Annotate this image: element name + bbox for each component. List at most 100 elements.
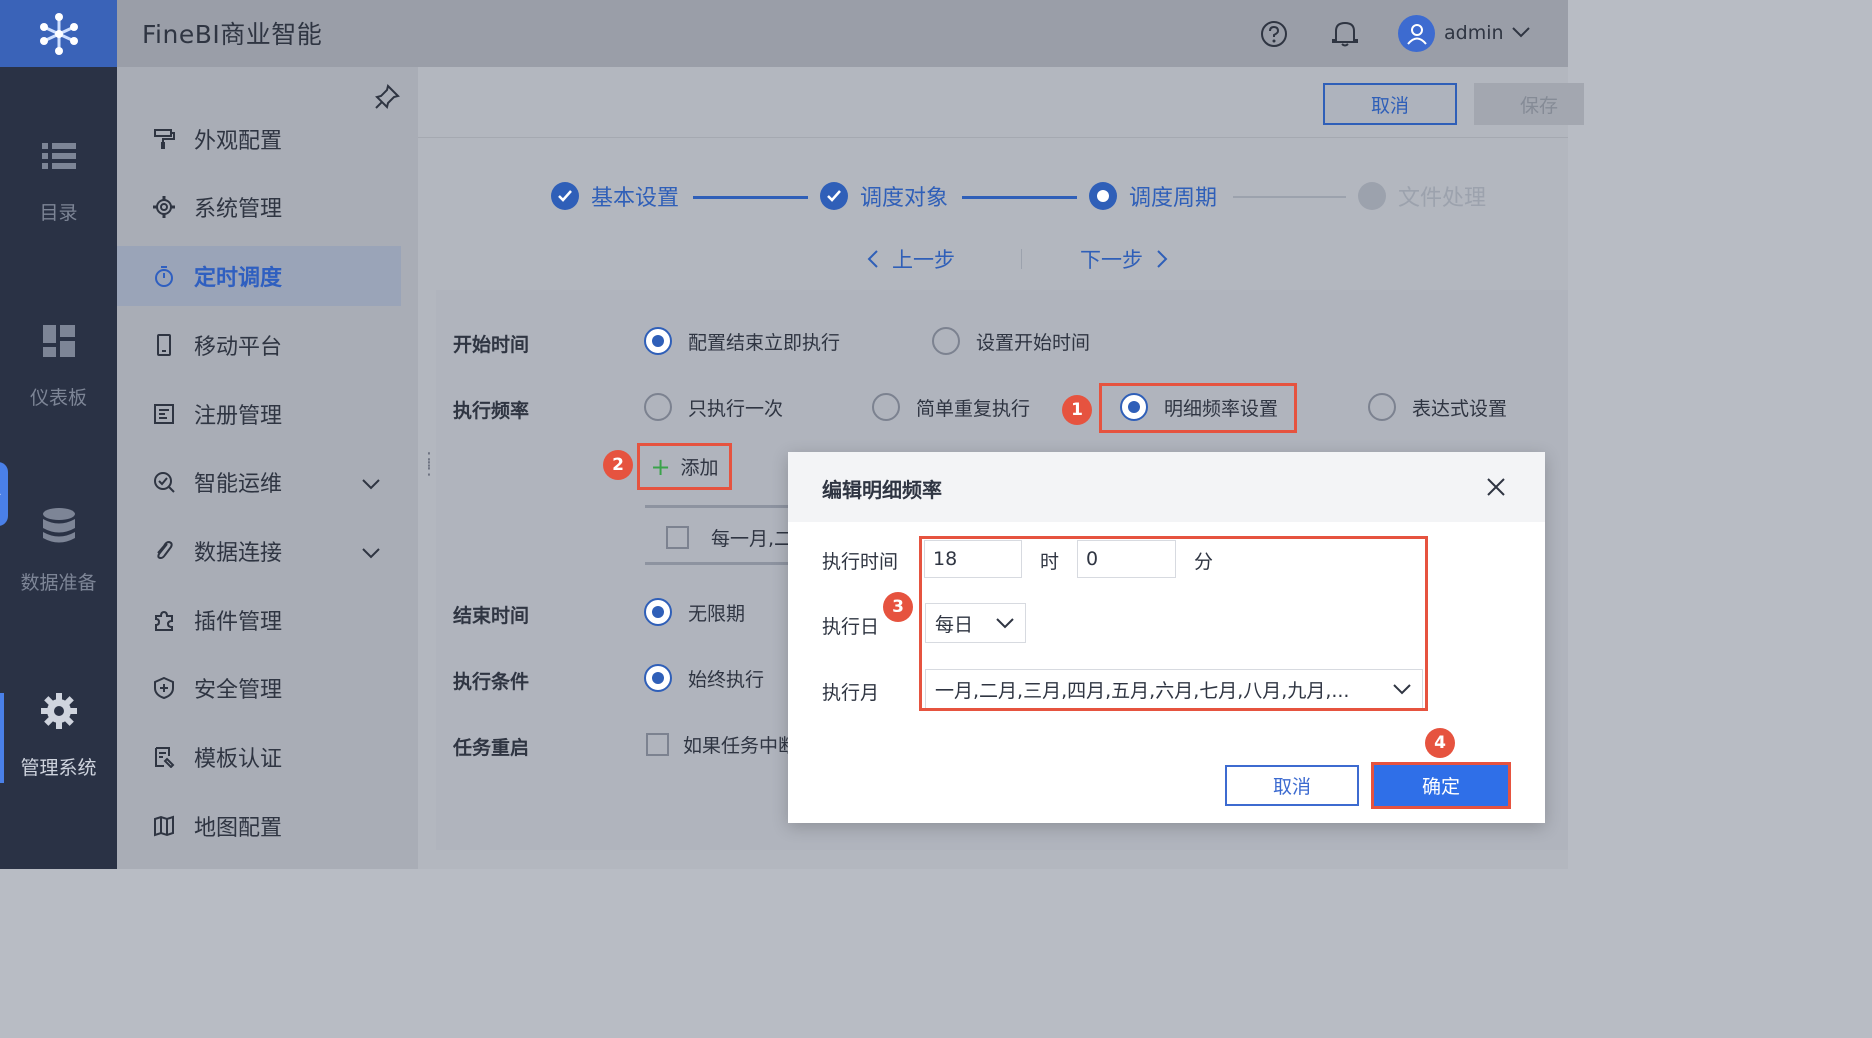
rail-item-admin[interactable]: 管理系统: [0, 670, 117, 800]
radio-label: 只执行一次: [688, 397, 784, 420]
prev-step-button[interactable]: 上一步: [866, 244, 955, 274]
menu-item-appearance[interactable]: 外观配置: [117, 109, 401, 169]
close-icon[interactable]: [1484, 475, 1508, 503]
mobile-icon: [152, 333, 176, 357]
menu-item-label: 地图配置: [194, 816, 283, 841]
radio-icon: [644, 393, 672, 421]
step-file-processing[interactable]: 文件处理: [1358, 180, 1486, 212]
radio-icon: [932, 327, 960, 355]
step-badge-4: 4: [1425, 728, 1455, 758]
restart-label: 任务重启: [453, 737, 530, 759]
menu-item-label: 模板认证: [194, 747, 283, 772]
radio-label: 设置开始时间: [976, 331, 1091, 354]
username[interactable]: admin: [1444, 22, 1504, 44]
menu-item-template-cert[interactable]: 模板认证: [117, 727, 401, 787]
radio-run-once[interactable]: 只执行一次: [644, 393, 783, 421]
drag-handle[interactable]: ⋮ ⋮: [420, 451, 438, 478]
condition-label: 执行条件: [453, 671, 530, 693]
radio-label: 无限期: [688, 602, 746, 625]
menu-item-mobile[interactable]: 移动平台: [117, 315, 401, 375]
rail-item-label: 目录: [39, 201, 78, 224]
step-schedule-target[interactable]: 调度对象: [820, 180, 948, 212]
rail-active-indicator: [0, 693, 4, 783]
menu-item-ops[interactable]: 智能运维: [117, 452, 401, 512]
help-icon[interactable]: [1260, 20, 1288, 52]
step-label: 文件处理: [1398, 186, 1487, 211]
database-icon: [39, 506, 79, 546]
step-connector: [962, 196, 1077, 199]
radio-always-run[interactable]: 始终执行: [644, 664, 764, 692]
chevron-down-icon: [361, 472, 381, 497]
logo-icon: [39, 12, 78, 55]
chevron-right-icon: ›: [0, 487, 1, 501]
checkbox-icon: [666, 526, 689, 549]
step-basic-settings[interactable]: 基本设置: [551, 180, 679, 212]
check-icon: [820, 182, 848, 210]
plus-icon: +: [650, 452, 671, 481]
rail-item-catalog[interactable]: 目录: [0, 115, 117, 245]
menu-item-system[interactable]: 系统管理: [117, 177, 401, 237]
radio-detailed-frequency[interactable]: 明细频率设置: [1120, 393, 1278, 421]
app-logo[interactable]: [0, 0, 117, 67]
dialog-cancel-button[interactable]: 取消: [1225, 765, 1359, 806]
rail-item-dashboard[interactable]: 仪表板: [0, 300, 117, 430]
menu-item-label: 数据连接: [194, 541, 283, 566]
divider: [1021, 249, 1022, 269]
radio-expression[interactable]: 表达式设置: [1368, 393, 1507, 421]
link-icon: [152, 539, 176, 563]
radio-no-end[interactable]: 无限期: [644, 598, 745, 626]
dialog-confirm-button[interactable]: 确定: [1374, 765, 1508, 806]
menu-item-registration[interactable]: 注册管理: [117, 384, 401, 444]
menu-item-schedule[interactable]: 定时调度: [117, 246, 401, 306]
frequency-row-checkbox[interactable]: 每一月,二: [666, 524, 793, 551]
add-frequency-button[interactable]: + 添加: [637, 443, 732, 490]
avatar[interactable]: [1398, 15, 1435, 52]
step-schedule-period[interactable]: 调度周期: [1089, 180, 1217, 212]
radio-start-immediately[interactable]: 配置结束立即执行: [644, 327, 840, 355]
chevron-left-icon: [867, 250, 878, 268]
chevron-right-icon: [1157, 250, 1168, 268]
menu-item-map[interactable]: 地图配置: [117, 796, 401, 856]
gear-icon: [39, 691, 79, 731]
rail-collapse-handle[interactable]: ›: [0, 462, 8, 526]
step-connector: [1233, 196, 1346, 198]
radio-set-start-time[interactable]: 设置开始时间: [932, 327, 1090, 355]
exec-month-label: 执行月: [822, 682, 880, 704]
radio-icon: [872, 393, 900, 421]
radio-selected-icon: [644, 327, 672, 355]
restart-checkbox[interactable]: 如果任务中断: [646, 731, 797, 758]
chevron-down-icon[interactable]: [1511, 24, 1531, 43]
rail-item-label: 管理系统: [20, 756, 97, 779]
checkbox-icon: [646, 733, 669, 756]
timer-icon: [152, 264, 176, 288]
add-label: 添加: [680, 457, 719, 479]
menu-item-security[interactable]: 安全管理: [117, 658, 401, 718]
menu-item-plugins[interactable]: 插件管理: [117, 590, 401, 650]
end-time-label: 结束时间: [453, 605, 530, 627]
start-time-label: 开始时间: [453, 334, 530, 356]
pending-step-icon: [1358, 182, 1386, 210]
list-icon: [39, 136, 79, 176]
cancel-button[interactable]: 取消: [1323, 83, 1457, 125]
menu-item-data-connection[interactable]: 数据连接: [117, 521, 401, 581]
radio-selected-icon: [1120, 393, 1148, 421]
save-button[interactable]: 保存: [1474, 83, 1584, 125]
menu-item-label: 智能运维: [194, 472, 283, 497]
dialog-title: 编辑明细频率: [822, 478, 942, 502]
exec-time-label: 执行时间: [822, 551, 899, 573]
step-badge-1: 1: [1062, 395, 1092, 425]
menu-item-label: 注册管理: [194, 404, 283, 429]
next-step-button[interactable]: 下一步: [1080, 244, 1169, 274]
bell-icon[interactable]: [1331, 18, 1359, 52]
menu-item-label: 系统管理: [194, 197, 283, 222]
frequency-row-text: 每一月,二: [711, 528, 794, 550]
radio-selected-icon: [644, 598, 672, 626]
radio-simple-repeat[interactable]: 简单重复执行: [872, 393, 1030, 421]
prev-step-label: 上一步: [892, 248, 955, 272]
rail-item-data-prep[interactable]: 数据准备: [0, 485, 117, 615]
settings-icon: [152, 195, 176, 219]
frequency-label: 执行频率: [453, 400, 530, 422]
step-badge-2: 2: [603, 450, 633, 480]
rail-item-label: 数据准备: [20, 571, 97, 594]
dashboard-icon: [39, 321, 79, 361]
